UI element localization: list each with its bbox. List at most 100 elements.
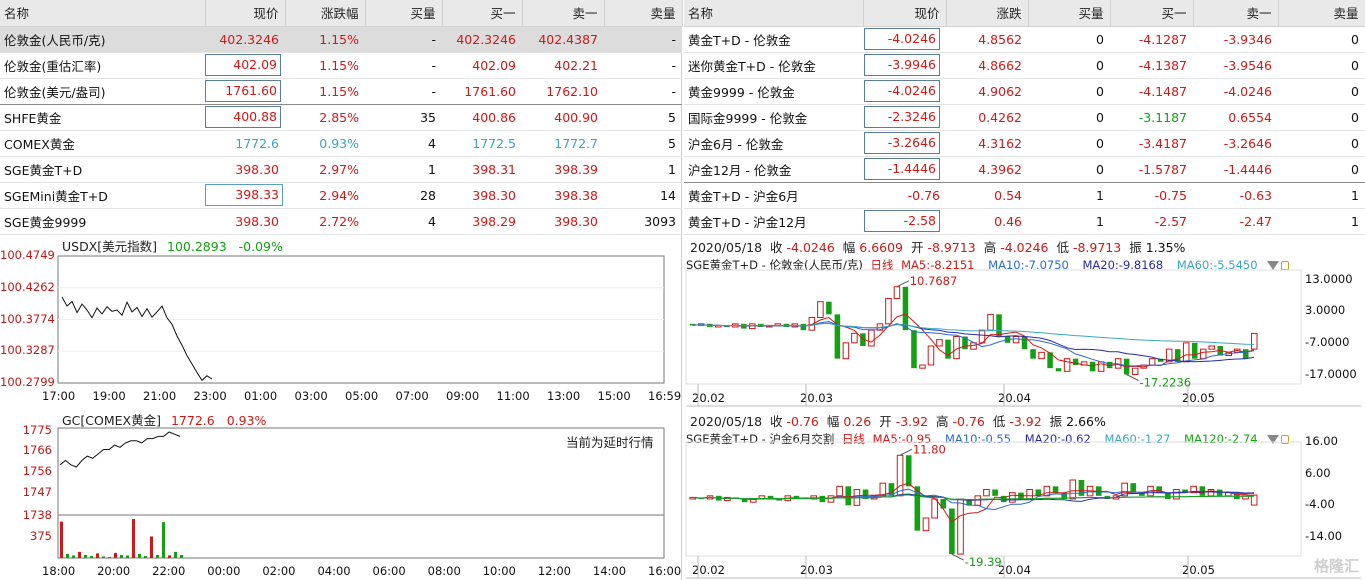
- row-ask-volume: 0: [1278, 104, 1365, 131]
- row-bid: -0.75: [1110, 182, 1193, 209]
- row-name: SGE黄金9999: [0, 208, 205, 235]
- row-price: 398.33: [205, 182, 285, 209]
- candle-up: [1026, 489, 1033, 500]
- right-table-row[interactable]: 国际金9999 - 伦敦金 -2.3246 0.4262 0 -3.1187 0.6554…: [684, 104, 1365, 131]
- col-price[interactable]: 现价: [863, 0, 947, 27]
- right-table-row[interactable]: 沪金12月 - 伦敦金 -1.4446 4.3962 0 -1.5787 -1.4446 0: [684, 156, 1365, 183]
- col-price[interactable]: 现价: [205, 0, 286, 27]
- candle-up: [827, 495, 835, 503]
- col-change-pct[interactable]: 涨跌幅: [285, 0, 366, 27]
- kline1-plot[interactable]: 10.7687 -17.2236: [684, 236, 1365, 408]
- right-table-row[interactable]: 黄金T+D - 伦敦金 -4.0246 4.8562 0 -4.1287 -3.9346 0: [684, 26, 1365, 53]
- row-name: 黄金T+D - 沪金6月: [684, 182, 863, 209]
- candle-down: [905, 455, 912, 487]
- col-bid-volume[interactable]: 买量: [1028, 0, 1111, 27]
- row-price: 1772.6: [205, 130, 285, 157]
- col-name[interactable]: 名称: [0, 0, 206, 27]
- row-name: 伦敦金(美元/盎司): [0, 78, 205, 105]
- right-table-row[interactable]: 黄金T+D - 沪金12月 -2.58 0.46 1 -2.57 -2.47 1: [684, 208, 1365, 235]
- left-table-row[interactable]: COMEX黄金 1772.6 0.93% 4 1772.5 1772.7 5: [0, 130, 682, 157]
- row-change: 2.72%: [285, 208, 365, 235]
- candle-down: [902, 286, 909, 331]
- left-table-row[interactable]: SGE黄金9999 398.30 2.72% 4 398.29 398.30 3093: [0, 208, 682, 235]
- row-ask-volume: 3093: [604, 208, 682, 235]
- candle-up: [957, 498, 964, 555]
- row-bid-volume: 0: [1028, 78, 1110, 105]
- min-pointer: [951, 553, 964, 561]
- gc-volume-bar: [60, 521, 63, 558]
- col-ask[interactable]: 卖一: [1193, 0, 1279, 27]
- candle-up: [842, 342, 850, 360]
- row-bid-volume: -: [365, 26, 442, 53]
- candle-down: [800, 323, 807, 331]
- col-bid[interactable]: 买一: [1110, 0, 1194, 27]
- candle-down: [793, 495, 800, 498]
- left-table-row[interactable]: 伦敦金(重估汇率) 402.09 1.15% -402.09 402.21-: [0, 52, 682, 79]
- row-ask: 398.39: [522, 156, 604, 183]
- candle-up: [1208, 345, 1215, 350]
- candle-up: [936, 339, 943, 347]
- row-bid-volume: -: [365, 52, 442, 79]
- row-change: 0.54: [946, 182, 1028, 209]
- row-price-value: -4.0246: [864, 28, 940, 50]
- row-change: 1.15%: [285, 26, 365, 53]
- candle-down: [992, 489, 998, 496]
- right-table-row[interactable]: 黄金9999 - 伦敦金 -4.0246 4.9062 0 -4.1487 -4.0246…: [684, 78, 1365, 105]
- col-ask[interactable]: 卖一: [522, 0, 605, 27]
- row-name: 黄金T+D - 沪金12月: [684, 208, 863, 235]
- row-ask-volume: 1: [1278, 182, 1365, 209]
- row-price: -4.0246: [863, 26, 946, 53]
- col-bid-volume[interactable]: 买量: [365, 0, 443, 27]
- candle-down: [834, 314, 841, 359]
- gc-series-line: [59, 431, 181, 468]
- left-table-row[interactable]: SGE黄金T+D 398.30 2.97% 1 398.31 398.39 1: [0, 156, 682, 183]
- row-price: 402.09: [205, 52, 285, 79]
- left-table-row[interactable]: 伦敦金(人民币/克) 402.3246 1.15% -402.3246 402.4387…: [0, 26, 682, 53]
- kline-chart-1[interactable]: 2020/05/18 收 -4.0246 幅 6.6609 开 -8.9713 …: [684, 236, 1365, 408]
- gc-volume-bar: [108, 556, 111, 558]
- gc-chart-panel[interactable]: GC[COMEX黄金] 1772.6 0.93% 当前为延时行情 1775 176…: [0, 408, 682, 580]
- row-bid-volume: 0: [1028, 52, 1110, 79]
- row-ask-volume: 0: [1278, 156, 1365, 183]
- candle-down: [1052, 486, 1059, 493]
- row-price: -2.58: [863, 208, 946, 235]
- candle-up: [1069, 479, 1077, 500]
- left-header-row: 名称 现价 涨跌幅 买量 买一 卖一 卖量: [0, 0, 683, 27]
- col-ask-volume[interactable]: 卖量: [604, 0, 683, 27]
- gc-volume-bar: [114, 552, 117, 558]
- gc-plot[interactable]: [0, 408, 682, 580]
- row-price-value: -4.0246: [864, 80, 940, 102]
- row-change: 2.94%: [285, 182, 365, 209]
- candle-down: [1130, 483, 1137, 493]
- right-table-row[interactable]: 沪金6月 - 伦敦金 -3.2646 4.3162 0 -3.4187 -3.2646 0: [684, 130, 1365, 157]
- row-bid: -3.1187: [1110, 104, 1193, 131]
- usdx-chart-panel[interactable]: USDX[美元指数] 100.2893 -0.09% 100.4749 100.4…: [0, 236, 682, 408]
- row-bid: -1.5787: [1110, 156, 1193, 183]
- gc-volume-bar: [132, 519, 135, 558]
- right-table-row[interactable]: 黄金T+D - 沪金6月 -0.76 0.54 1 -0.75 -0.63 1: [684, 182, 1365, 209]
- row-change: 2.85%: [285, 104, 365, 131]
- usdx-plot[interactable]: [0, 236, 682, 408]
- kline2-plot[interactable]: 11.80 -19.39: [684, 408, 1365, 580]
- col-ask-volume[interactable]: 卖量: [1278, 0, 1365, 27]
- candle-up: [1038, 351, 1045, 360]
- candle-up: [927, 345, 935, 366]
- left-quote-grid: 名称 现价 涨跌幅 买量 买一 卖一 卖量 伦敦金(人民币/克) 402.3246…: [0, 0, 683, 235]
- gc-volume-bar: [174, 551, 177, 558]
- col-change[interactable]: 涨跌: [946, 0, 1029, 27]
- row-price: -3.2646: [863, 130, 946, 157]
- row-bid: 1761.60: [442, 78, 522, 105]
- candle-up: [1199, 348, 1207, 360]
- left-table-row[interactable]: SGEMini黄金T+D 398.33 2.94% 28 398.30 398.38 14: [0, 182, 682, 209]
- col-name[interactable]: 名称: [684, 0, 864, 27]
- left-table-row[interactable]: SHFE黄金 400.88 2.85% 35 400.86 400.90 5: [0, 104, 682, 131]
- left-table-row[interactable]: 伦敦金(美元/盎司) 1761.60 1.15% -1761.60 1762.10-: [0, 78, 682, 105]
- right-table-row[interactable]: 迷你黄金T+D - 伦敦金 -3.9946 4.8662 0 -4.1387 -3.954…: [684, 52, 1365, 79]
- min-pointer: [1126, 374, 1139, 381]
- candle-up: [896, 454, 904, 497]
- kline-chart-2[interactable]: 2020/05/18 收 -0.76 幅 0.26 开 -3.92 高 -0.7…: [684, 408, 1365, 580]
- row-name: 沪金12月 - 伦敦金: [684, 156, 863, 183]
- col-bid[interactable]: 买一: [442, 0, 523, 27]
- row-bid-volume: 0: [1028, 156, 1110, 183]
- row-ask-volume: 0: [1278, 130, 1365, 157]
